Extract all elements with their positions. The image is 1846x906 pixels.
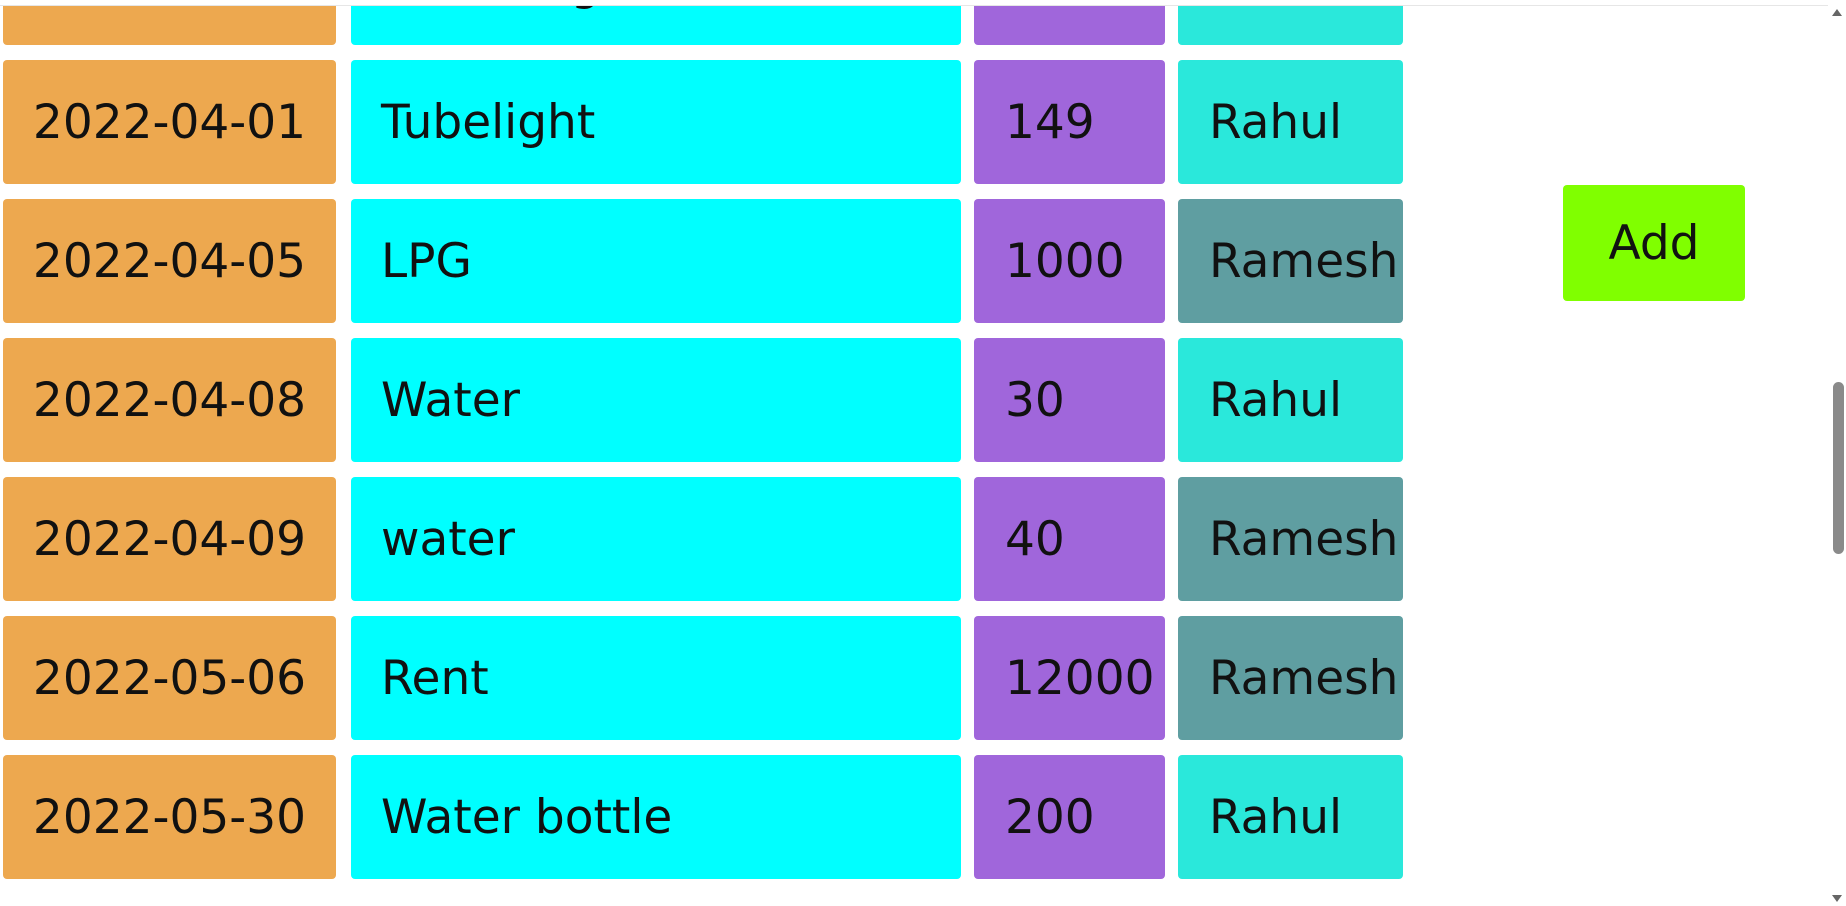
- description-cell: Water: [351, 338, 961, 462]
- user-cell: Rahul: [1178, 60, 1403, 184]
- top-edge-divider: [0, 0, 1828, 6]
- amount-cell: 149: [974, 60, 1165, 184]
- amount-cell: 30: [974, 338, 1165, 462]
- page-viewport: 2022-04-03 Plumbing work 250 Rahul 2022-…: [0, 0, 1846, 906]
- date-cell: 2022-04-05: [3, 199, 336, 323]
- user-cell: Rahul: [1178, 338, 1403, 462]
- date-cell: 2022-04-09: [3, 477, 336, 601]
- user-cell: Ramesh: [1178, 199, 1403, 323]
- description-cell: water: [351, 477, 961, 601]
- triangle-down-icon[interactable]: [1828, 890, 1846, 906]
- date-cell: 2022-05-30: [3, 755, 336, 879]
- amount-cell: 200: [974, 755, 1165, 879]
- amount-cell: 12000: [974, 616, 1165, 740]
- date-cell: 2022-05-06: [3, 616, 336, 740]
- date-cell: 2022-04-03: [3, 0, 336, 45]
- user-cell: Rahul: [1178, 755, 1403, 879]
- date-cell: 2022-04-08: [3, 338, 336, 462]
- description-cell: Water bottle: [351, 755, 961, 879]
- triangle-up-icon[interactable]: [1828, 4, 1846, 20]
- description-cell: Rent: [351, 616, 961, 740]
- amount-cell: 1000: [974, 199, 1165, 323]
- user-cell: Ramesh: [1178, 616, 1403, 740]
- user-cell: Ramesh: [1178, 477, 1403, 601]
- description-cell: Plumbing work: [351, 0, 961, 45]
- description-cell: LPG: [351, 199, 961, 323]
- amount-cell: 40: [974, 477, 1165, 601]
- amount-cell: 250: [974, 0, 1165, 45]
- add-button[interactable]: Add: [1563, 185, 1745, 301]
- scrollbar-thumb[interactable]: [1833, 382, 1844, 554]
- user-cell: Rahul: [1178, 0, 1403, 45]
- description-cell: Tubelight: [351, 60, 961, 184]
- date-cell: 2022-04-01: [3, 60, 336, 184]
- vertical-scrollbar[interactable]: [1828, 0, 1846, 906]
